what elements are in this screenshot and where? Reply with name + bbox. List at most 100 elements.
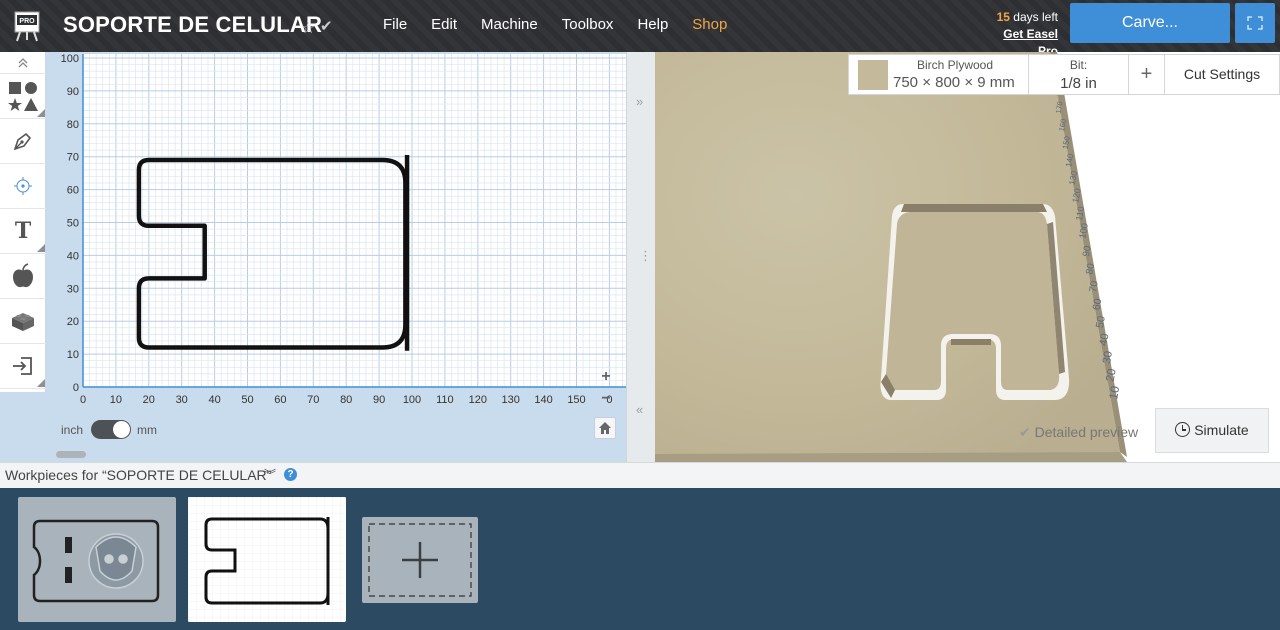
y-axis-tick-label: 60 — [67, 185, 79, 197]
canvas-grid[interactable]: 10090807060504030201000 10 20 30 40 50 60 70 80 9… — [46, 52, 626, 412]
cut-settings-button[interactable]: Cut Settings — [1165, 55, 1279, 94]
workpiece-thumbnail-2[interactable] — [188, 497, 346, 622]
simulate-label: Simulate — [1194, 422, 1249, 438]
add-bit-button[interactable]: + — [1129, 55, 1165, 94]
menu-file[interactable]: File — [383, 16, 407, 33]
text-icon: T — [14, 218, 32, 244]
drag-handle-icon[interactable]: ⋮ — [639, 248, 652, 264]
bit-value: 1/8 in — [1060, 75, 1097, 92]
detailed-preview-toggle[interactable]: ✔ Detailed preview — [1019, 424, 1138, 441]
tool-submenu-corner — [37, 379, 45, 387]
carve-button[interactable]: Carve... — [1070, 3, 1230, 43]
unit-inch-label[interactable]: inch — [61, 423, 83, 437]
top-bar: PRO SOPORTE DE CELULAR ☆ ✔ File Edit Mac… — [0, 0, 1280, 58]
menu-shop[interactable]: Shop — [692, 16, 727, 33]
toolbar-collapse-button[interactable] — [0, 52, 46, 74]
material-swatch — [858, 60, 888, 90]
apps-tool[interactable] — [0, 299, 46, 344]
ruler-tick-label: 70 — [1088, 280, 1101, 293]
y-axis-tick-label: 50 — [67, 218, 79, 230]
ruler-tick-label: 50 — [1094, 315, 1108, 329]
chevron-down-double-icon[interactable]: ︾ — [264, 466, 276, 483]
shapes-tool[interactable] — [0, 74, 46, 119]
expand-right-icon[interactable]: » — [636, 94, 643, 109]
fullscreen-button[interactable] — [1235, 3, 1275, 43]
target-icon — [14, 177, 32, 195]
x-axis-tick-label: 80 — [340, 394, 352, 406]
horizontal-scrollbar[interactable] — [56, 451, 86, 458]
import-tool[interactable] — [0, 344, 46, 389]
menu-machine[interactable]: Machine — [481, 16, 538, 33]
clock-icon — [1175, 422, 1191, 437]
menu-edit[interactable]: Edit — [431, 16, 457, 33]
ruler-tick-label: 40 — [1098, 333, 1112, 347]
pen-tool[interactable] — [0, 119, 46, 164]
lego-icon — [12, 313, 34, 331]
project-title[interactable]: SOPORTE DE CELULAR — [63, 12, 322, 38]
easel-logo[interactable]: PRO — [12, 9, 42, 43]
add-workpiece-icon — [368, 523, 472, 597]
icon-library-tool[interactable] — [0, 254, 46, 299]
add-workpiece-button[interactable] — [362, 517, 478, 603]
x-axis-tick-label: 140 — [534, 394, 552, 406]
zoom-out-button[interactable]: − — [595, 389, 617, 409]
check-icon: ✔ — [1019, 424, 1031, 440]
expand-left-icon[interactable]: « — [636, 402, 643, 417]
unit-mm-label[interactable]: mm — [137, 423, 157, 437]
zoom-in-button[interactable]: + — [595, 367, 617, 387]
material-dimensions: 750 × 800 × 9 mm — [893, 74, 1015, 91]
unit-toggle[interactable] — [91, 420, 132, 439]
preview-render: 1020304050607080901001101201301401501601… — [655, 52, 1127, 462]
detailed-preview-label: Detailed preview — [1034, 424, 1139, 440]
y-axis-tick-label: 20 — [67, 316, 79, 328]
x-axis-tick-label: 30 — [176, 394, 188, 406]
ruler-tick-label: 80 — [1084, 262, 1097, 275]
shapes-icon — [8, 82, 38, 111]
y-axis-tick-label: 70 — [67, 152, 79, 164]
x-axis-tick-label: 10 — [110, 394, 122, 406]
bit-selector[interactable]: Bit: 1/8 in — [1029, 55, 1129, 94]
trial-days-count: 15 — [996, 10, 1010, 24]
y-axis-tick-label: 40 — [67, 250, 79, 262]
x-axis-tick-label: 100 — [403, 394, 421, 406]
x-axis-tick-label: 130 — [502, 394, 520, 406]
menu-help[interactable]: Help — [637, 16, 668, 33]
home-icon — [599, 422, 611, 434]
x-axis-tick-label: 0 — [80, 394, 86, 406]
ruler-tick-label: 60 — [1090, 297, 1104, 311]
toolbar-filler — [0, 392, 46, 462]
check-icon: ✔ — [320, 18, 333, 35]
design-canvas[interactable]: 100 90 80 70 60 50 40 30 20 10 0 0 10 20 30 40 50 60 70 80 9… — [46, 52, 655, 462]
preview-3d[interactable]: 10 20 30 40 50 60 70 80 90 100 110 120 130 140 150 160 1… — [655, 52, 1280, 462]
y-axis-tick-label: 80 — [67, 119, 79, 131]
target-tool[interactable] — [0, 164, 46, 209]
import-icon — [13, 357, 32, 375]
chevron-up-double-icon — [18, 57, 28, 67]
workpiece-thumbnail-1[interactable] — [18, 497, 176, 622]
home-view-button[interactable] — [594, 417, 616, 439]
x-axis-tick-label: 70 — [307, 394, 319, 406]
y-axis-tick-label: 100 — [61, 53, 79, 65]
pen-icon — [13, 132, 32, 151]
bit-label: Bit: — [1069, 58, 1088, 72]
x-axis-tick-label: 60 — [274, 394, 286, 406]
ruler-tick-label: 30 — [1101, 350, 1115, 365]
logo-pro-label: PRO — [19, 18, 35, 25]
x-axis-tick-label: 120 — [469, 394, 487, 406]
material-selector[interactable]: Birch Plywood 750 × 800 × 9 mm — [849, 55, 1029, 94]
x-axis-tick-label: 150 — [567, 394, 585, 406]
workpiece-preview-2 — [188, 497, 346, 622]
ruler-tick-label: 10 — [1106, 385, 1122, 401]
simulate-button[interactable]: Simulate — [1155, 408, 1269, 453]
expand-arrows-icon — [1247, 16, 1263, 30]
x-axis-tick-label: 50 — [241, 394, 253, 406]
workpieces-header: Workpieces for “SOPORTE DE CELULAR” ︾ ? — [0, 462, 1280, 488]
x-axis-tick-label: 20 — [143, 394, 155, 406]
menu-toolbox[interactable]: Toolbox — [562, 16, 614, 33]
star-icon[interactable]: ☆ — [301, 18, 315, 38]
panel-splitter[interactable]: » ⋮ « — [626, 52, 655, 462]
left-toolbar: T — [0, 52, 46, 392]
text-tool[interactable]: T — [0, 209, 46, 254]
x-axis-tick-label: 40 — [208, 394, 220, 406]
help-icon[interactable]: ? — [284, 468, 297, 481]
